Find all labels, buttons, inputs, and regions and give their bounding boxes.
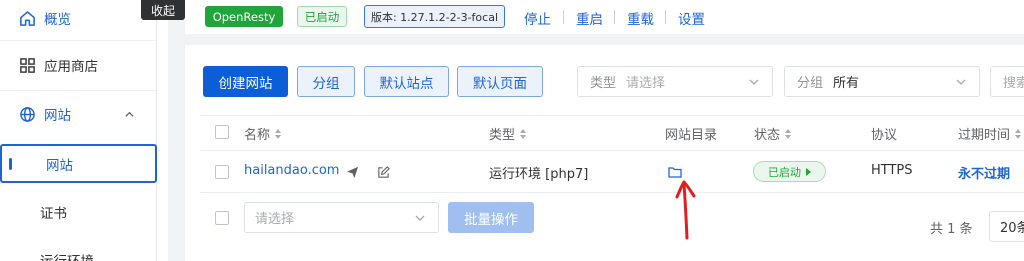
sort-icon (275, 128, 282, 139)
page-size-value: 20条/页 (1000, 221, 1024, 236)
sidebar-item-websites-group[interactable]: 网站 (0, 103, 157, 125)
expiry-link[interactable]: 永不过期 (958, 163, 1010, 182)
settings-button[interactable]: 设置 (678, 8, 705, 28)
sidebar: 概览 应用商店 网站 网站 证书 运行环境 (0, 0, 157, 261)
sort-icon (785, 128, 792, 139)
total-count: 共 1 条 (930, 222, 973, 237)
group-filter-select[interactable]: 分组 所有 (784, 66, 980, 97)
status-badge: 已启动 (297, 6, 347, 27)
sidebar-item-label: 概览 (44, 12, 71, 28)
sidebar-item-label: 应用商店 (44, 59, 98, 75)
play-icon (806, 167, 811, 176)
batch-action-select[interactable]: 请选择 (244, 202, 439, 233)
version-tag: 版本: 1.27.1.2-2-3-focal (364, 5, 505, 28)
sidebar-item-runtime[interactable]: 运行环境 (0, 249, 157, 261)
search-placeholder: 搜索 (1003, 76, 1024, 91)
app-window: 概览 应用商店 网站 网站 证书 运行环境 收起 OpenResty 已启动 版… (0, 0, 1024, 261)
search-input[interactable]: 搜索 (990, 66, 1024, 97)
column-label: 网站目录 (665, 128, 718, 143)
chevron-down-icon (415, 215, 425, 221)
type-filter-select[interactable]: 类型 请选择 (577, 66, 773, 97)
website-name-link[interactable]: hailandao.com (244, 163, 339, 178)
status-toggle[interactable]: 已启动 (753, 161, 826, 182)
website-type: 运行环境 [php7] (489, 167, 589, 182)
sidebar-item-app-store[interactable]: 应用商店 (0, 54, 157, 76)
column-header-name[interactable]: 名称 (244, 124, 282, 143)
send-icon[interactable] (346, 166, 359, 179)
column-label: 状态 (754, 128, 781, 143)
chevron-down-icon (956, 79, 966, 85)
column-label: 名称 (244, 128, 271, 143)
sort-icon (520, 128, 527, 139)
select-all-checkbox[interactable] (215, 125, 229, 139)
globe-icon (20, 106, 35, 122)
collapse-tooltip: 收起 (141, 0, 185, 20)
column-header-protocol: 协议 (871, 124, 897, 143)
column-label: 类型 (489, 128, 516, 143)
sidebar-item-label: 证书 (40, 206, 67, 222)
sidebar-item-certificates[interactable]: 证书 (0, 201, 157, 223)
default-site-button[interactable]: 默认站点 (364, 66, 449, 97)
protocol-value: HTTPS (871, 163, 913, 178)
group-button[interactable]: 分组 (297, 66, 355, 97)
row-checkbox[interactable] (215, 165, 229, 179)
default-page-button[interactable]: 默认页面 (457, 66, 543, 97)
stop-button[interactable]: 停止 (524, 8, 551, 28)
grid-icon (20, 57, 35, 73)
sidebar-item-label: 运行环境 (40, 250, 94, 261)
red-arrow-annotation (675, 180, 696, 240)
type-filter-placeholder: 请选择 (626, 76, 666, 91)
chevron-up-icon (125, 111, 134, 117)
restart-button[interactable]: 重启 (576, 8, 603, 28)
active-indicator (9, 158, 12, 170)
sidebar-item-label: 网站 (46, 157, 73, 174)
reload-button[interactable]: 重载 (627, 8, 654, 28)
column-header-type[interactable]: 类型 (489, 124, 527, 143)
edit-icon[interactable] (377, 166, 390, 179)
sidebar-item-overview[interactable]: 概览 (0, 7, 157, 29)
app-name-tag: OpenResty (205, 6, 283, 27)
type-filter-prefix: 类型 (590, 76, 617, 91)
home-icon (20, 10, 35, 26)
sort-icon (1015, 128, 1022, 139)
column-header-expiry[interactable]: 过期时间 (958, 124, 1022, 143)
column-header-directory: 网站目录 (665, 124, 717, 143)
group-filter-value: 所有 (833, 76, 860, 91)
group-filter-prefix: 分组 (797, 76, 824, 91)
sidebar-item-websites[interactable]: 网站 (0, 144, 157, 183)
footer-checkbox[interactable] (215, 211, 229, 225)
status-label: 已启动 (768, 165, 801, 179)
column-label: 协议 (871, 128, 898, 143)
sidebar-item-label: 网站 (44, 108, 71, 124)
chevron-down-icon (749, 79, 759, 85)
column-header-status[interactable]: 状态 (754, 124, 792, 143)
create-website-button[interactable]: 创建网站 (203, 66, 288, 97)
batch-select-placeholder: 请选择 (255, 212, 295, 227)
batch-operation-button: 批量操作 (448, 202, 534, 233)
column-label: 过期时间 (958, 128, 1011, 143)
page-size-select[interactable]: 20条/页 (989, 211, 1024, 242)
